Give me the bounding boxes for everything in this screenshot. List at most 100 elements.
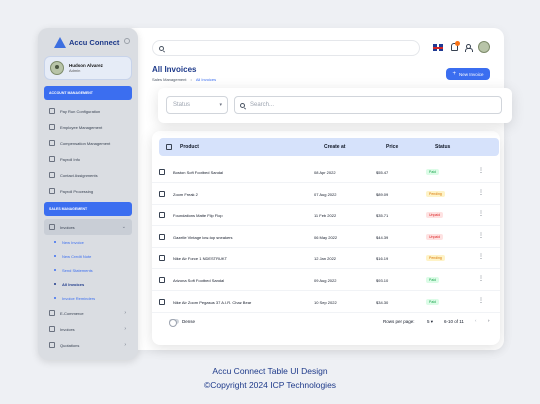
table-search-placeholder: Search...: [250, 102, 275, 108]
table-search-input[interactable]: Search...: [234, 96, 502, 114]
sidebar-item-compensation-management[interactable]: Compensation Management: [44, 135, 132, 151]
sidebar-item-label: Quotations: [60, 342, 80, 348]
table-row[interactable]: Boston Soft Footbed Sandal 08 Apr 2022 $55…: [152, 162, 500, 183]
sidebar-subitem-all-invoices[interactable]: All Invoices: [44, 277, 132, 291]
bullet-icon: [54, 297, 56, 299]
menu-item-icon: [49, 124, 55, 130]
row-checkbox[interactable]: [159, 255, 165, 262]
collapse-sidebar-icon[interactable]: [124, 38, 130, 44]
new-invoice-label: New Invoice: [459, 71, 484, 77]
table-row[interactable]: Foundations Matte Flip Flop 11 Feb 2022 $3…: [152, 205, 500, 227]
status-badge: Unpaid: [426, 233, 444, 240]
cell-date: 06 May 2022: [314, 234, 338, 240]
breadcrumb-separator: •: [190, 77, 192, 82]
chevron-down-icon: ▾: [219, 102, 222, 108]
caption-title: Accu Connect Table UI Design: [212, 366, 328, 376]
sidebar-subitem-invoice-reminders[interactable]: Invoice Reminders: [44, 291, 132, 305]
status-badge: Paid: [426, 298, 440, 305]
header-status[interactable]: Status: [435, 144, 450, 150]
cell-product: Arizona Soft Footbed Sandal: [173, 278, 225, 283]
notification-badge: [455, 41, 460, 46]
menu-item-icon: [49, 188, 55, 194]
sidebar-item-invoices[interactable]: Invoices ⌄: [44, 219, 132, 235]
rows-per-page-label: Rows per page:: [383, 319, 415, 324]
uk-flag-icon[interactable]: [433, 44, 443, 51]
chevron-down-icon: ⌄: [121, 224, 126, 230]
header-product[interactable]: Product: [180, 144, 199, 150]
chevron-right-icon: ›: [124, 326, 126, 332]
table-row[interactable]: Zoom Freak 2 07 Aug 2022 $89.09 Pending ⋮: [152, 184, 500, 205]
sidebar-item-label: Compensation Management: [60, 140, 111, 146]
sidebar-item-payroll-processing[interactable]: Payroll Processing: [44, 183, 132, 199]
cell-product: Foundations Matte Flip Flop: [173, 213, 223, 219]
user-card[interactable]: Hudson Alvarez Admin: [44, 56, 132, 80]
cell-price: $16.19: [376, 256, 389, 262]
more-options-icon[interactable]: ⋮: [478, 210, 484, 217]
cell-date: 09 Aug 2022: [314, 278, 337, 283]
more-options-icon[interactable]: ⋮: [478, 297, 484, 304]
status-badge: Paid: [426, 277, 440, 283]
sidebar-item-label: Payroll Processing: [60, 188, 94, 194]
menu-item-icon: [49, 156, 55, 162]
cell-product: Nike Air Force 1 NDESTRUKT: [173, 256, 228, 262]
sidebar-item-pay-run-configuration[interactable]: Pay Run Configuration: [44, 103, 132, 119]
sidebar-item-quotations[interactable]: Quotations ›: [44, 337, 132, 353]
sidebar-item-e-commerce[interactable]: E-Commerce ›: [44, 305, 132, 321]
contacts-icon[interactable]: [465, 44, 473, 52]
cell-product: Nike Air Zoom Pegasus 37 A.I.R. Chaz Bea…: [173, 299, 252, 305]
table-row[interactable]: Gazelle Vintage low-top sneakers 06 May 2…: [152, 227, 500, 248]
table-row[interactable]: Nike Air Force 1 NDESTRUKT 12 Jan 2022 $16…: [152, 248, 500, 270]
rows-per-page-value: 5: [427, 319, 430, 324]
row-checkbox[interactable]: [159, 190, 165, 197]
new-invoice-button[interactable]: + New Invoice: [446, 68, 490, 80]
sidebar-subitem-new-credit-note[interactable]: New Credit Note: [44, 249, 132, 263]
rows-per-page-select[interactable]: 5 ▾: [427, 319, 433, 325]
breadcrumb-item[interactable]: Sales Management: [152, 77, 186, 82]
dense-label: Dense: [182, 319, 196, 324]
invoice-icon: [49, 224, 55, 230]
page-title: All Invoices: [152, 65, 197, 74]
top-avatar[interactable]: [478, 41, 490, 53]
menu-item-icon: [49, 108, 55, 114]
dense-toggle[interactable]: [169, 318, 179, 327]
status-select[interactable]: Status ▾: [166, 96, 228, 114]
sidebar-item-payroll-info[interactable]: Payroll Info: [44, 151, 132, 167]
more-options-icon[interactable]: ⋮: [478, 253, 484, 260]
more-options-icon[interactable]: ⋮: [478, 275, 484, 282]
brand-logo[interactable]: Accu Connect: [54, 34, 132, 50]
sidebar-item-employee-management[interactable]: Employee Management: [44, 119, 132, 135]
table-header: Product Create at Price Status: [159, 138, 499, 156]
sidebar-item-label: Payroll Info: [60, 156, 81, 162]
sidebar-subitem-label: New Invoice: [62, 239, 84, 245]
select-all-checkbox[interactable]: [166, 144, 172, 150]
row-checkbox[interactable]: [159, 298, 165, 305]
table-row[interactable]: Arizona Soft Footbed Sandal 09 Aug 2022 $9…: [152, 270, 500, 291]
row-checkbox[interactable]: [159, 233, 165, 240]
sidebar-subitem-send-statements[interactable]: Send Statements: [44, 263, 132, 277]
row-checkbox[interactable]: [159, 169, 165, 175]
row-checkbox[interactable]: [159, 277, 165, 283]
sidebar-subitem-label: Invoice Reminders: [62, 295, 96, 301]
sidebar-item-invoices[interactable]: Invoices ›: [44, 321, 132, 337]
next-page-icon[interactable]: ›: [488, 318, 490, 323]
sidebar-item-label: E-Commerce: [60, 310, 84, 316]
header-created[interactable]: Create at: [324, 144, 345, 150]
sidebar-item-contact-assignments[interactable]: Contact Assignments: [44, 167, 132, 183]
cell-date: 11 Feb 2022: [314, 213, 337, 219]
caption-copyright: ©Copyright 2024 ICP Technologies: [203, 380, 337, 390]
page-range: 6-10 of 11: [444, 319, 464, 324]
more-options-icon[interactable]: ⋮: [478, 189, 484, 196]
status-badge: Pending: [426, 190, 445, 197]
bullet-icon: [54, 255, 56, 257]
status-select-placeholder: Status: [173, 102, 191, 108]
global-search-input[interactable]: [152, 40, 420, 56]
row-checkbox[interactable]: [159, 212, 165, 219]
menu-item-icon: [49, 140, 55, 146]
header-price[interactable]: Price: [386, 144, 398, 150]
prev-page-icon[interactable]: ‹: [475, 318, 477, 323]
menu-item-icon: [49, 342, 55, 348]
more-options-icon[interactable]: ⋮: [478, 232, 484, 239]
sidebar-subitem-new-invoice[interactable]: New Invoice: [44, 235, 132, 249]
table-row[interactable]: Nike Air Zoom Pegasus 37 A.I.R. Chaz Bea…: [152, 292, 500, 313]
more-options-icon[interactable]: ⋮: [478, 167, 484, 174]
